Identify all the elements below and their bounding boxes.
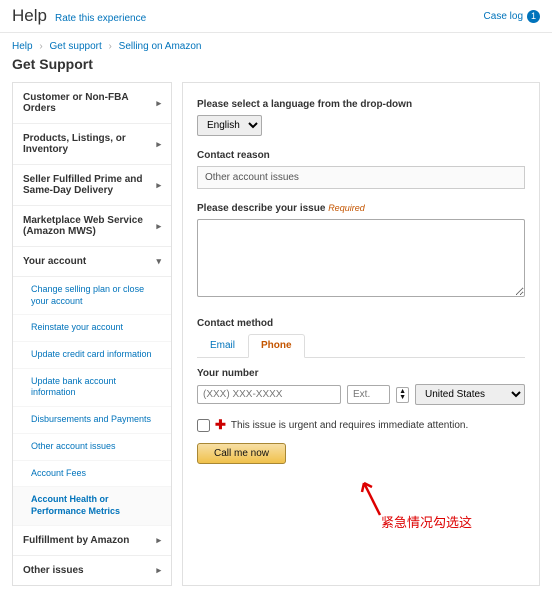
call-me-button[interactable]: Call me now — [197, 443, 286, 464]
sub-fees[interactable]: Account Fees — [13, 461, 171, 488]
language-label: Please select a language from the drop-d… — [197, 99, 525, 110]
sub-credit-card[interactable]: Update credit card information — [13, 342, 171, 369]
crumb-current: Selling on Amazon — [119, 41, 202, 52]
caret-right-icon: ▸ — [156, 180, 161, 191]
plus-icon: ✚ — [215, 417, 226, 433]
tab-phone[interactable]: Phone — [248, 334, 305, 358]
page-title: Get Support — [0, 52, 552, 82]
main-panel: Please select a language from the drop-d… — [182, 82, 540, 586]
reason-value: Other account issues — [197, 166, 525, 189]
sidebar-item-mws[interactable]: Marketplace Web Service (Amazon MWS)▸ — [13, 206, 171, 247]
sidebar-item-orders[interactable]: Customer or Non-FBA Orders▸ — [13, 83, 171, 124]
caret-down-icon: ▾ — [156, 256, 161, 267]
case-log-link[interactable]: Case log 1 — [484, 10, 540, 23]
sub-change-plan[interactable]: Change selling plan or close your accoun… — [13, 277, 171, 315]
sub-health-metrics[interactable]: Account Health or Performance Metrics — [13, 487, 171, 525]
sub-disbursements[interactable]: Disbursements and Payments — [13, 407, 171, 434]
reason-label: Contact reason — [197, 150, 525, 161]
country-select[interactable]: United States — [415, 384, 525, 405]
phone-input[interactable] — [197, 385, 341, 404]
case-log-label: Case log — [484, 11, 523, 22]
sub-other-account[interactable]: Other account issues — [13, 434, 171, 461]
caret-right-icon: ▸ — [156, 98, 161, 109]
number-label: Your number — [197, 368, 525, 379]
caret-right-icon: ▸ — [156, 565, 161, 576]
case-log-badge: 1 — [527, 10, 540, 23]
breadcrumb: Help › Get support › Selling on Amazon — [0, 33, 552, 52]
describe-textarea[interactable] — [197, 219, 525, 297]
sidebar-item-products[interactable]: Products, Listings, or Inventory▸ — [13, 124, 171, 165]
method-tabs: Email Phone — [197, 334, 525, 358]
urgent-label: This issue is urgent and requires immedi… — [231, 420, 468, 431]
sidebar: Customer or Non-FBA Orders▸ Products, Li… — [12, 82, 172, 586]
tab-email[interactable]: Email — [197, 334, 248, 357]
annotation-text: 紧急情况勾选这 — [381, 512, 472, 531]
caret-right-icon: ▸ — [156, 221, 161, 232]
crumb-support[interactable]: Get support — [49, 41, 101, 52]
chevron-right-icon: › — [109, 41, 112, 52]
stepper-icon[interactable]: ▲▼ — [396, 387, 409, 403]
method-label: Contact method — [197, 318, 525, 329]
sidebar-item-fba[interactable]: Fulfillment by Amazon▸ — [13, 526, 171, 556]
sub-reinstate[interactable]: Reinstate your account — [13, 315, 171, 342]
app-header: Help Rate this experience Case log 1 — [0, 0, 552, 33]
chevron-right-icon: › — [39, 41, 42, 52]
sidebar-item-other[interactable]: Other issues▸ — [13, 556, 171, 585]
language-select[interactable]: English — [197, 115, 262, 136]
caret-right-icon: ▸ — [156, 535, 161, 546]
page-heading: Help — [12, 6, 47, 26]
ext-input[interactable] — [347, 385, 390, 404]
caret-right-icon: ▸ — [156, 139, 161, 150]
sub-bank[interactable]: Update bank account information — [13, 369, 171, 407]
urgent-checkbox[interactable] — [197, 419, 210, 432]
annotation-arrow-icon — [358, 477, 388, 517]
rate-link[interactable]: Rate this experience — [55, 13, 146, 24]
sidebar-item-prime[interactable]: Seller Fulfilled Prime and Same-Day Deli… — [13, 165, 171, 206]
crumb-help[interactable]: Help — [12, 41, 33, 52]
sidebar-item-account[interactable]: Your account▾ — [13, 247, 171, 277]
describe-label: Please describe your issue Required — [197, 203, 525, 214]
